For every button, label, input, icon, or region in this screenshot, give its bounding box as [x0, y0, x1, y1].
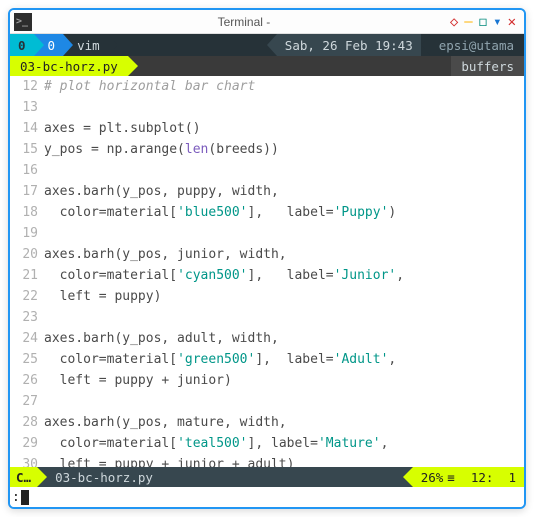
- line-number: 27: [10, 391, 44, 412]
- code-content: left = puppy + junior): [44, 370, 232, 391]
- code-content: axes.barh(y_pos, mature, width,: [44, 412, 287, 433]
- cursor: [21, 490, 29, 505]
- tab-buffers-label[interactable]: buffers: [451, 56, 524, 76]
- code-content: axes = plt.subplot(): [44, 118, 201, 139]
- vim-statusline: C… 03-bc-horz.py 26% ≡ 12: 1: [10, 467, 524, 487]
- code-line[interactable]: 26 left = puppy + junior): [10, 370, 524, 391]
- line-number: 18: [10, 202, 44, 223]
- tab-current-file[interactable]: 03-bc-horz.py: [10, 56, 128, 76]
- code-line[interactable]: 18 color=material['blue500'], label='Pup…: [10, 202, 524, 223]
- line-number: 21: [10, 265, 44, 286]
- separator-icon: [128, 56, 138, 76]
- terminal-app-icon: >_: [14, 13, 32, 31]
- separator-icon: [34, 34, 44, 56]
- code-content: left = puppy): [44, 286, 161, 307]
- status-percent: 26% ≡: [413, 467, 463, 487]
- code-line[interactable]: 27: [10, 391, 524, 412]
- code-content: y_pos = np.arange(len(breeds)): [44, 139, 279, 160]
- code-content: left = puppy + junior + adult): [44, 454, 294, 467]
- status-file: 03-bc-horz.py: [47, 467, 161, 487]
- separator-icon: [108, 34, 118, 56]
- maximize-icon[interactable]: ◻: [479, 15, 487, 29]
- sep: :: [486, 470, 494, 485]
- line-number: 13: [10, 97, 44, 118]
- code-line[interactable]: 22 left = puppy): [10, 286, 524, 307]
- spacer: [161, 467, 403, 487]
- line-number: 26: [10, 370, 44, 391]
- line-number: 16: [10, 160, 44, 181]
- pin-icon[interactable]: ◇: [450, 15, 458, 29]
- line-number: 30: [10, 454, 44, 467]
- lines-icon: ≡: [447, 470, 455, 485]
- terminal-window: >_ Terminal - ◇ — ◻ ▾ ✕ 0 0 vim Sab, 26 …: [8, 8, 526, 509]
- tmux-status-bar: 0 0 vim Sab, 26 Feb 19:43 epsi@utama: [10, 34, 524, 56]
- code-content: axes.barh(y_pos, puppy, width,: [44, 181, 279, 202]
- code-content: # plot horizontal bar chart: [44, 76, 255, 97]
- minimize-icon[interactable]: —: [464, 15, 472, 29]
- code-content: color=material['green500'], label='Adult…: [44, 349, 396, 370]
- code-content: color=material['teal500'], label='Mature…: [44, 433, 388, 454]
- close-icon[interactable]: ✕: [508, 15, 516, 29]
- status-position: 12: 1: [463, 467, 524, 487]
- code-content: color=material['cyan500'], label='Junior…: [44, 265, 404, 286]
- spacer: [138, 56, 451, 76]
- line-number: 19: [10, 223, 44, 244]
- line-number: 12: [10, 76, 44, 97]
- percent-value: 26%: [421, 470, 444, 485]
- line-number: 29: [10, 433, 44, 454]
- code-line[interactable]: 12# plot horizontal bar chart: [10, 76, 524, 97]
- vim-cmdline[interactable]: :: [10, 487, 524, 507]
- code-line[interactable]: 30 left = puppy + junior + adult): [10, 454, 524, 467]
- prompt-icon: >_: [16, 16, 28, 27]
- code-line[interactable]: 28axes.barh(y_pos, mature, width,: [10, 412, 524, 433]
- code-line[interactable]: 25 color=material['green500'], label='Ad…: [10, 349, 524, 370]
- line-number: 20: [10, 244, 44, 265]
- tmux-session[interactable]: 0: [10, 34, 34, 56]
- code-line[interactable]: 16: [10, 160, 524, 181]
- code-line[interactable]: 17axes.barh(y_pos, puppy, width,: [10, 181, 524, 202]
- code-line[interactable]: 24axes.barh(y_pos, adult, width,: [10, 328, 524, 349]
- separator-icon: [421, 34, 431, 56]
- line-number: 17: [10, 181, 44, 202]
- separator-icon: [403, 467, 413, 487]
- tmux-date: Sab, 26 Feb 19:43: [277, 34, 421, 56]
- tmux-window-name[interactable]: vim: [73, 34, 108, 56]
- code-content: axes.barh(y_pos, adult, width,: [44, 328, 279, 349]
- code-line[interactable]: 15y_pos = np.arange(len(breeds)): [10, 139, 524, 160]
- separator-icon: [267, 34, 277, 56]
- window-controls: ◇ — ◻ ▾ ✕: [450, 15, 520, 29]
- code-line[interactable]: 23: [10, 307, 524, 328]
- mode-indicator: C…: [10, 467, 37, 487]
- separator-icon: [63, 34, 73, 56]
- code-line[interactable]: 13: [10, 97, 524, 118]
- line-number: 25: [10, 349, 44, 370]
- tmux-user-host: epsi@utama: [431, 34, 524, 56]
- col-number: 1: [508, 470, 516, 485]
- separator-icon: [37, 467, 47, 487]
- cmd-prompt: :: [12, 490, 20, 505]
- shade-icon[interactable]: ▾: [493, 15, 501, 29]
- code-line[interactable]: 19: [10, 223, 524, 244]
- line-number: 23: [10, 307, 44, 328]
- code-line[interactable]: 29 color=material['teal500'], label='Mat…: [10, 433, 524, 454]
- code-line[interactable]: 14axes = plt.subplot(): [10, 118, 524, 139]
- line-number: 22: [10, 286, 44, 307]
- line-number: 12: [471, 470, 486, 485]
- code-line[interactable]: 21 color=material['cyan500'], label='Jun…: [10, 265, 524, 286]
- titlebar: >_ Terminal - ◇ — ◻ ▾ ✕: [10, 10, 524, 34]
- spacer: [118, 34, 267, 56]
- line-number: 24: [10, 328, 44, 349]
- code-line[interactable]: 20axes.barh(y_pos, junior, width,: [10, 244, 524, 265]
- window-title: Terminal -: [38, 15, 450, 29]
- code-content: axes.barh(y_pos, junior, width,: [44, 244, 287, 265]
- line-number: 14: [10, 118, 44, 139]
- line-number: 28: [10, 412, 44, 433]
- line-number: 15: [10, 139, 44, 160]
- vim-tabline: 03-bc-horz.py buffers: [10, 56, 524, 76]
- editor-area[interactable]: 12# plot horizontal bar chart1314axes = …: [10, 76, 524, 467]
- code-content: color=material['blue500'], label='Puppy'…: [44, 202, 396, 223]
